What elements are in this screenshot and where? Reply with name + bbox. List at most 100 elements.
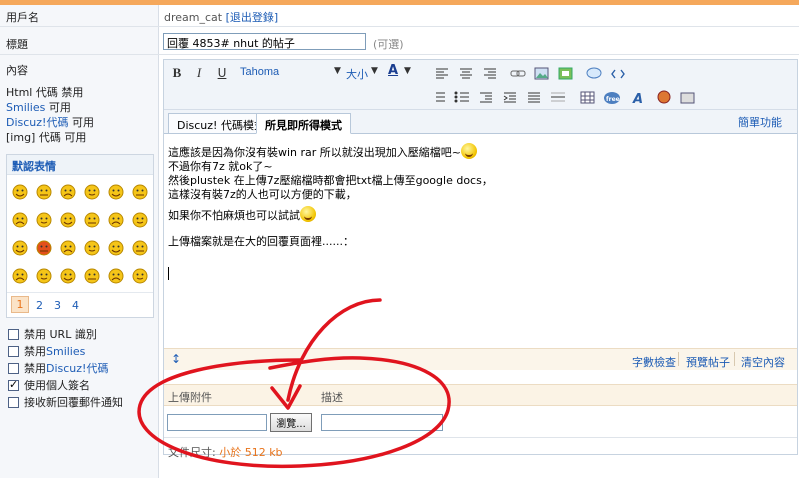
smiley-face-icon[interactable] <box>60 184 76 200</box>
smiley-face-icon[interactable] <box>60 212 76 228</box>
content-label: 內容 <box>6 64 28 77</box>
option-disable-url[interactable]: 禁用 URL 識別 <box>8 326 97 342</box>
smiley-face-icon[interactable] <box>84 212 100 228</box>
chevron-down-icon[interactable]: ▼ <box>371 66 378 76</box>
divider <box>7 292 153 293</box>
content-line: 不過你有7z 就ok了~ <box>168 160 273 173</box>
option-link-discuz[interactable]: Discuz!代碼 <box>46 360 108 376</box>
link-icon <box>510 70 526 77</box>
smiley-face-icon[interactable] <box>84 268 100 284</box>
checkbox[interactable] <box>8 362 19 374</box>
smiley-face-icon[interactable] <box>84 240 100 256</box>
option-email-notify[interactable]: 接收新回覆郵件通知 <box>8 394 123 410</box>
description-label: 描述 <box>321 391 343 404</box>
text-color-button[interactable]: A <box>388 63 398 78</box>
smiley-face-icon[interactable] <box>36 240 52 256</box>
smilies-panel-title: 默認表情 <box>7 155 153 175</box>
smilies-panel <box>6 154 154 318</box>
hr-icon <box>551 92 565 102</box>
option-label: 接收新回覆郵件通知 <box>24 396 123 409</box>
toolbar-icons[interactable]: A 123 free A <box>434 66 794 106</box>
word-count-link[interactable]: 字數檢查 <box>632 354 676 370</box>
option-link-smilies[interactable]: Smilies <box>46 345 85 358</box>
editor-content-area[interactable]: 這應該是因為你沒有裝win rar 所以就沒出現加入壓縮檔吧~ 不過你有7z 就… <box>168 143 788 249</box>
smiley-face-icon[interactable] <box>12 184 28 200</box>
align-center-icon <box>460 68 472 79</box>
smiley-face-icon[interactable] <box>108 212 124 228</box>
unordered-list-icon <box>454 91 469 103</box>
font-family-select[interactable]: Tahoma <box>240 66 279 78</box>
description-input[interactable] <box>321 414 443 431</box>
smiley-face-icon[interactable] <box>108 268 124 284</box>
smiley-face-icon[interactable] <box>132 184 148 200</box>
editor-mode-tabs: Discuz! 代碼模式 所見即所得模式 簡單功能 <box>164 110 797 134</box>
smiley-face-icon[interactable] <box>108 184 124 200</box>
discuz-code-link[interactable]: Discuz!代碼 <box>6 116 68 129</box>
code-icon <box>611 69 625 79</box>
smiley-face-icon[interactable] <box>108 240 124 256</box>
attachment-header <box>164 384 797 406</box>
font-size-select[interactable]: 大小 <box>346 66 368 82</box>
smiley-face-icon[interactable] <box>12 268 28 284</box>
smiley-face-icon[interactable] <box>12 212 28 228</box>
img-code-status: [img] 代碼 可用 <box>6 131 87 144</box>
content-line: 這樣沒有裝7z的人也可以方便的下載， <box>168 188 357 201</box>
file-path-input[interactable] <box>167 414 267 431</box>
smilies-page-3[interactable]: 3 <box>54 299 61 312</box>
smiley-face-icon[interactable] <box>132 268 148 284</box>
divider <box>0 54 799 55</box>
smiley-face-icon[interactable] <box>36 268 52 284</box>
chevron-down-icon[interactable]: ▼ <box>334 66 341 76</box>
tab-wysiwyg-mode[interactable]: 所見即所得模式 <box>256 113 351 134</box>
smiley-face-icon[interactable] <box>84 184 100 200</box>
smiley-face-icon[interactable] <box>12 240 28 256</box>
content-line: 然後plustek 在上傳7z壓縮檔時都會把txt檔上傳至google docs… <box>168 174 493 187</box>
resize-handle-icon[interactable]: ↕ <box>171 352 181 366</box>
smilies-link[interactable]: Smilies <box>6 101 45 114</box>
chevron-down-icon[interactable]: ▼ <box>404 66 411 76</box>
underline-button[interactable]: U <box>214 65 230 81</box>
username-text: dream_cat <box>164 11 223 24</box>
html-code-status: Html 代碼 禁用 <box>6 86 84 99</box>
smilies-page-4[interactable]: 4 <box>72 299 79 312</box>
browse-button[interactable]: 瀏覽... <box>270 413 312 432</box>
smilies-page-1[interactable]: 1 <box>11 296 29 313</box>
smilies-status: Smilies 可用 <box>6 99 71 115</box>
title-label: 標題 <box>6 38 28 51</box>
option-disable-smilies[interactable]: 禁用 Smilies <box>8 343 85 359</box>
smiley-face-icon[interactable] <box>36 184 52 200</box>
bold-button[interactable]: B <box>169 65 185 81</box>
checkbox-checked[interactable] <box>8 378 19 391</box>
smiley-face-icon[interactable] <box>132 212 148 228</box>
checkbox[interactable] <box>8 328 19 340</box>
option-disable-discuz[interactable]: 禁用 Discuz!代碼 <box>8 360 108 376</box>
file-size-value: 小於 512 kb <box>219 446 283 459</box>
content-line: 如果你不怕麻煩也可以試試 <box>168 206 788 223</box>
upload-attachment-label: 上傳附件 <box>168 391 212 404</box>
smilies-page-2[interactable]: 2 <box>36 299 43 312</box>
italic-button[interactable]: I <box>191 65 207 81</box>
preview-link[interactable]: 預覽帖子 <box>686 354 730 370</box>
svg-text:free: free <box>606 96 620 103</box>
smiley-face-icon[interactable] <box>132 240 148 256</box>
checkbox[interactable] <box>8 345 19 357</box>
title-optional-note: (可選) <box>373 38 404 51</box>
smiley-face-icon[interactable] <box>60 268 76 284</box>
content-line: 這應該是因為你沒有裝win rar 所以就沒出現加入壓縮檔吧~ <box>168 143 788 160</box>
file-size-label: 文件尺寸: <box>168 446 220 459</box>
clear-content-link[interactable]: 清空內容 <box>741 354 785 370</box>
subscript-icon <box>528 92 540 103</box>
text-cursor <box>168 267 169 280</box>
option-use-signature[interactable]: 使用個人簽名 <box>8 377 90 393</box>
smiley-face-icon[interactable] <box>60 240 76 256</box>
video-icon <box>680 92 695 104</box>
logout-link[interactable]: [退出登錄] <box>226 11 279 24</box>
divider <box>164 437 797 438</box>
title-input[interactable]: 回覆 4853# nhut 的帖子 <box>163 33 366 50</box>
checkbox[interactable] <box>8 396 19 408</box>
simple-features-link[interactable]: 簡單功能 <box>738 114 782 130</box>
divider <box>734 352 735 366</box>
smiley-face-icon[interactable] <box>36 212 52 228</box>
indent-icon <box>503 92 516 103</box>
ordered-list-icon: 123 <box>436 92 445 102</box>
